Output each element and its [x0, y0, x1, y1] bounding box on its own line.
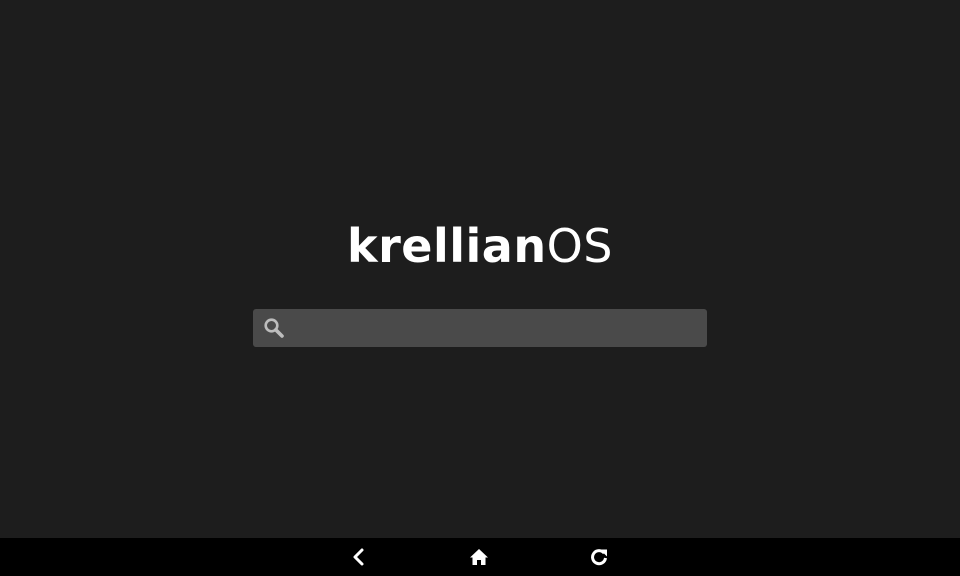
- home-icon: [469, 547, 489, 567]
- chevron-left-icon: [349, 547, 369, 567]
- logo-light-text: OS: [546, 219, 613, 273]
- home-button[interactable]: [457, 538, 501, 576]
- back-button[interactable]: [337, 538, 381, 576]
- bottom-navigation-bar: [0, 538, 960, 576]
- search-input[interactable]: [289, 309, 699, 347]
- home-screen: krellianOS: [0, 0, 960, 576]
- reload-icon: [589, 547, 609, 567]
- krellian-os-logo: krellianOS: [0, 218, 960, 274]
- logo-bold-text: krellian: [347, 219, 547, 273]
- search-bar[interactable]: [253, 309, 707, 347]
- reload-button[interactable]: [577, 538, 621, 576]
- search-icon: [263, 317, 285, 339]
